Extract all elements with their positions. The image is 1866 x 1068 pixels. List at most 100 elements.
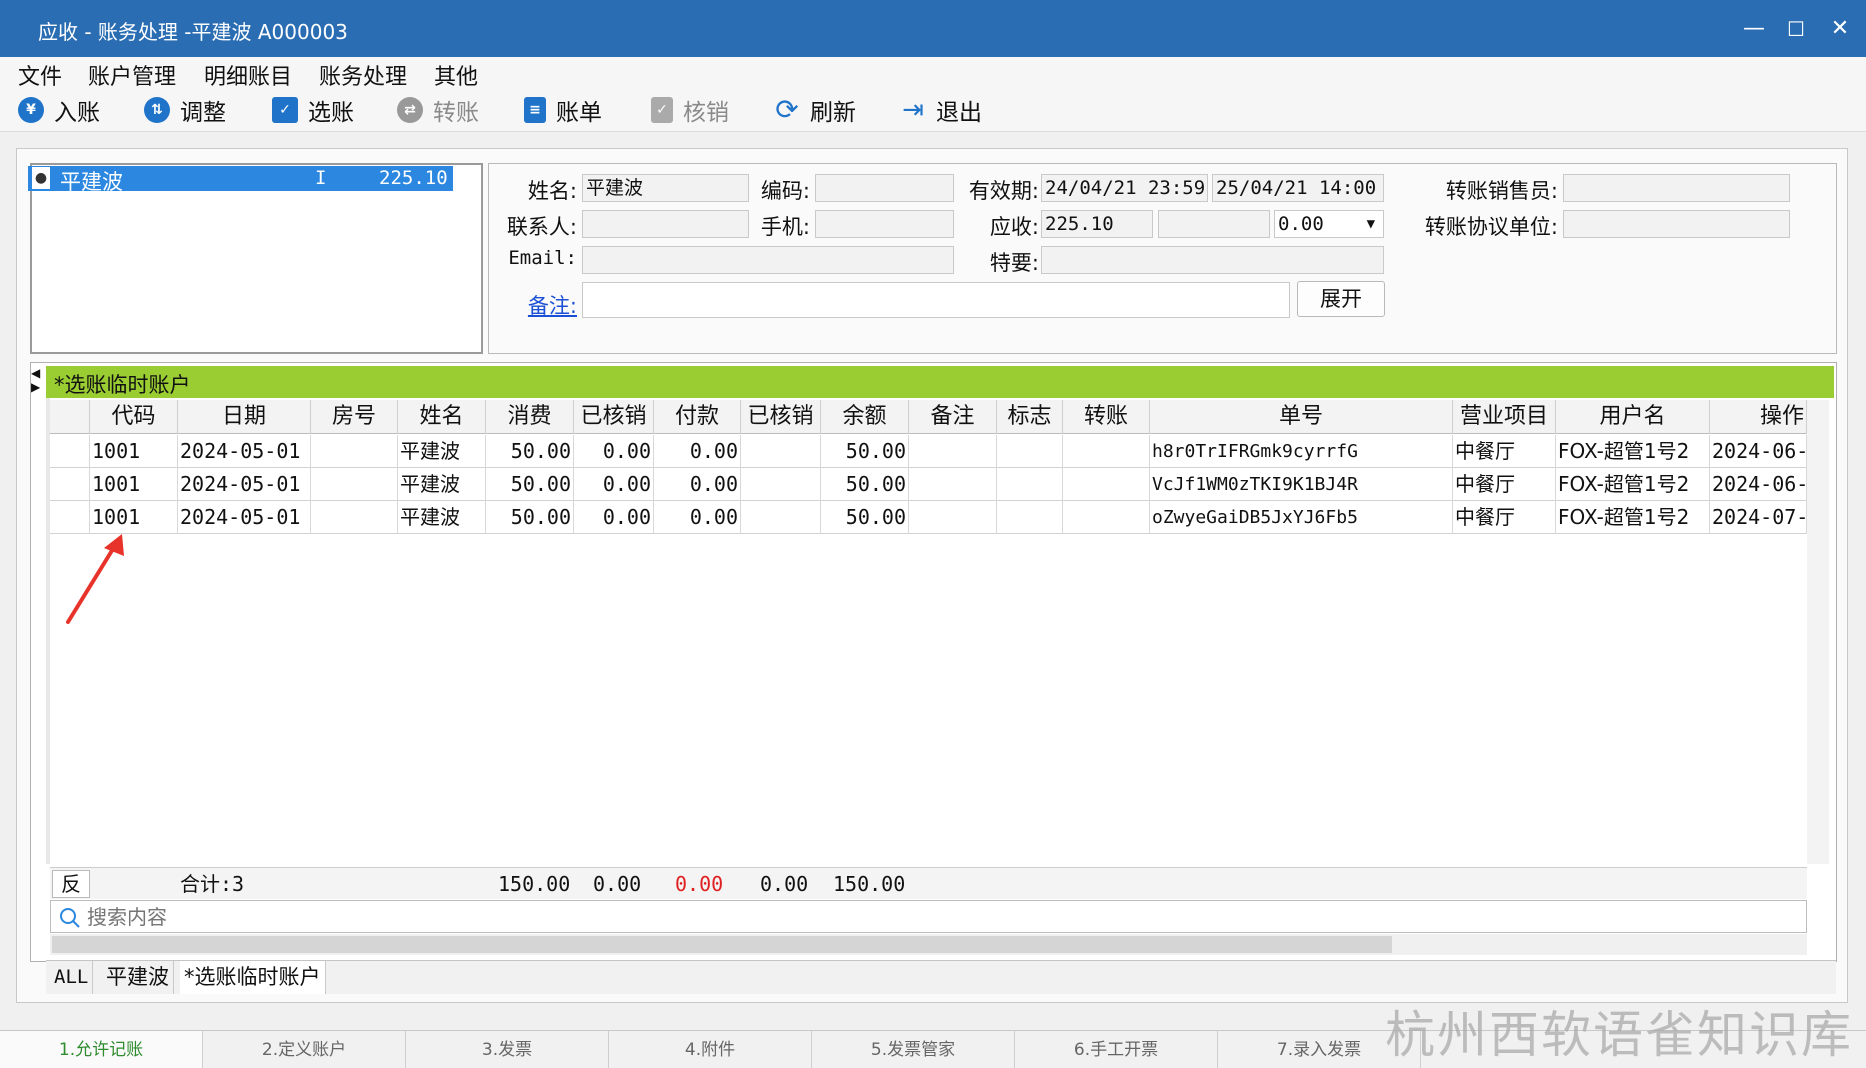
tab-invoice-manager[interactable]: 5.发票管家 xyxy=(812,1031,1015,1068)
post-button[interactable]: ¥ 入账 xyxy=(18,94,100,126)
validity-to-field[interactable]: 25/04/21 14:00 xyxy=(1212,174,1384,202)
refresh-icon: ⟳ xyxy=(775,93,799,126)
bill-label: 账单 xyxy=(556,100,602,126)
column-header-username[interactable]: 用户名 xyxy=(1556,400,1710,434)
column-header-operation[interactable]: 操作 xyxy=(1710,400,1807,434)
cell-name: 平建波 xyxy=(398,468,486,501)
search-input[interactable] xyxy=(87,904,1787,930)
cell-payment: 0.00 xyxy=(654,468,741,501)
tab-allow-posting[interactable]: 1.允许记账 xyxy=(0,1031,203,1068)
cell-name: 平建波 xyxy=(398,501,486,534)
transfer-sales-field[interactable] xyxy=(1563,174,1790,202)
tab-invoice[interactable]: 3.发票 xyxy=(406,1031,609,1068)
column-header-remark[interactable]: 备注 xyxy=(909,400,997,434)
vertical-scrollbar[interactable] xyxy=(1807,400,1829,864)
menu-account-management[interactable]: 账户管理 xyxy=(88,59,176,91)
exit-icon: ⇥ xyxy=(902,95,924,125)
cell-business-item: 中餐厅 xyxy=(1453,501,1556,534)
column-header-date[interactable]: 日期 xyxy=(178,400,311,434)
writeoff-button[interactable]: ✓ 核销 xyxy=(651,94,729,126)
exit-button[interactable]: ⇥ 退出 xyxy=(900,94,982,126)
receivable-field[interactable]: 225.10 xyxy=(1041,210,1153,238)
receivable-select-value: 0.00 xyxy=(1278,213,1324,235)
cell-username: FOX-超管1号2 xyxy=(1556,468,1710,501)
mobile-field[interactable] xyxy=(815,210,954,238)
select-account-button[interactable]: ✓ 选账 xyxy=(272,94,354,126)
search-box[interactable] xyxy=(50,900,1807,933)
refresh-button[interactable]: ⟳ 刷新 xyxy=(774,93,856,127)
expand-button[interactable]: 展开 xyxy=(1297,281,1385,317)
cell-remark xyxy=(909,468,997,501)
receivable-extra-field[interactable] xyxy=(1158,210,1270,238)
menu-detail-accounts[interactable]: 明细账目 xyxy=(204,59,292,91)
special-field[interactable] xyxy=(1041,246,1384,274)
cell-code: 1001 xyxy=(90,435,178,468)
yen-icon: ¥ xyxy=(18,97,44,123)
remark-field[interactable] xyxy=(582,282,1290,318)
column-header-written-off[interactable]: 已核销 xyxy=(574,400,654,434)
column-header-name[interactable]: 姓名 xyxy=(398,400,486,434)
transfer-button[interactable]: ⇄ 转账 xyxy=(397,94,479,126)
cell-written-off: 0.00 xyxy=(574,501,654,534)
column-header-balance[interactable]: 余额 xyxy=(821,400,909,434)
email-field[interactable] xyxy=(582,246,954,274)
agreement-unit-label: 转账协议单位: xyxy=(1424,215,1558,239)
column-header-payment[interactable]: 付款 xyxy=(654,400,741,434)
validity-from-field[interactable]: 24/04/21 23:59 xyxy=(1041,174,1208,202)
column-header-code[interactable]: 代码 xyxy=(90,400,178,434)
tab-temp-account[interactable]: *选账临时账户 xyxy=(180,961,326,994)
column-header-transfer[interactable]: 转账 xyxy=(1063,400,1150,434)
select-account-label: 选账 xyxy=(308,100,354,126)
panel-collapse-handle[interactable]: ◀ ▶ xyxy=(31,366,43,396)
search-icon xyxy=(60,908,80,928)
table-row[interactable]: 1001 2024-05-01 平建波 50.00 0.00 0.00 50.0… xyxy=(50,468,1807,501)
close-button[interactable]: ✕ xyxy=(1820,10,1860,48)
table-row[interactable]: 1001 2024-05-01 平建波 50.00 0.00 0.00 50.0… xyxy=(50,501,1807,534)
reverse-button[interactable]: 反 xyxy=(52,870,90,898)
grid-column-header: 代码 日期 房号 姓名 消费 已核销 付款 已核销 余额 备注 标志 转账 单号… xyxy=(50,400,1807,434)
code-field[interactable] xyxy=(815,174,954,202)
cell-room xyxy=(311,501,398,534)
triangle-left-icon: ◀ xyxy=(31,366,41,380)
tab-all[interactable]: ALL xyxy=(50,961,94,994)
tab-ping-jianbo[interactable]: 平建波 xyxy=(102,961,174,994)
column-header-room[interactable]: 房号 xyxy=(311,400,398,434)
horizontal-scrollbar-thumb[interactable] xyxy=(52,936,1392,953)
cell-code: 1001 xyxy=(90,468,178,501)
column-header-bill-no[interactable]: 单号 xyxy=(1150,400,1453,434)
minimize-button[interactable]: — xyxy=(1734,10,1774,48)
receivable-label: 应收: xyxy=(989,215,1039,239)
column-header-business-item[interactable]: 营业项目 xyxy=(1453,400,1556,434)
tab-manual-invoice[interactable]: 6.手工开票 xyxy=(1015,1031,1218,1068)
column-header-flag[interactable]: 标志 xyxy=(997,400,1063,434)
cell-name: 平建波 xyxy=(398,435,486,468)
contact-field[interactable] xyxy=(582,210,749,238)
cell-payment: 0.00 xyxy=(654,501,741,534)
cell-operation: 2024-06-2 xyxy=(1710,435,1807,468)
annotation-arrow-icon xyxy=(66,534,124,624)
check-box-icon: ✓ xyxy=(272,97,298,123)
special-label: 特要: xyxy=(989,251,1039,275)
tab-define-account[interactable]: 2.定义账户 xyxy=(203,1031,406,1068)
code-label: 编码: xyxy=(760,179,810,203)
menu-accounting[interactable]: 账务处理 xyxy=(319,59,407,91)
account-list-item[interactable]: ● 平建波 I 225.10 xyxy=(28,166,453,194)
tab-attachment[interactable]: 4.附件 xyxy=(609,1031,812,1068)
remark-link[interactable]: 备注: xyxy=(505,290,577,320)
post-label: 入账 xyxy=(54,100,100,126)
table-row[interactable]: 1001 2024-05-01 平建波 50.00 0.00 0.00 50.0… xyxy=(50,435,1807,468)
cell-bill-no: VcJf1WM0zTKI9K1BJ4R xyxy=(1150,468,1453,501)
adjust-button[interactable]: ⇅ 调整 xyxy=(144,94,226,126)
column-header-consume[interactable]: 消费 xyxy=(486,400,574,434)
menu-other[interactable]: 其他 xyxy=(434,59,478,91)
window-title: 应收 - 账务处理 -平建波 A000003 xyxy=(38,20,348,44)
column-header-written-off-2[interactable]: 已核销 xyxy=(741,400,821,434)
receivable-select[interactable]: 0.00 ▼ xyxy=(1274,210,1384,238)
maximize-button[interactable]: ☐ xyxy=(1776,10,1816,48)
transfer-sales-label: 转账销售员: xyxy=(1445,179,1558,203)
bill-button[interactable]: ≡ 账单 xyxy=(524,94,602,126)
name-field[interactable]: 平建波 xyxy=(582,174,749,202)
agreement-unit-field[interactable] xyxy=(1563,210,1790,238)
toolbar: ¥ 入账 ⇅ 调整 ✓ 选账 ⇄ 转账 ≡ 账单 ✓ 核销 ⟳ 刷新 ⇥ 退出 xyxy=(0,88,1866,132)
menu-file[interactable]: 文件 xyxy=(18,59,62,91)
